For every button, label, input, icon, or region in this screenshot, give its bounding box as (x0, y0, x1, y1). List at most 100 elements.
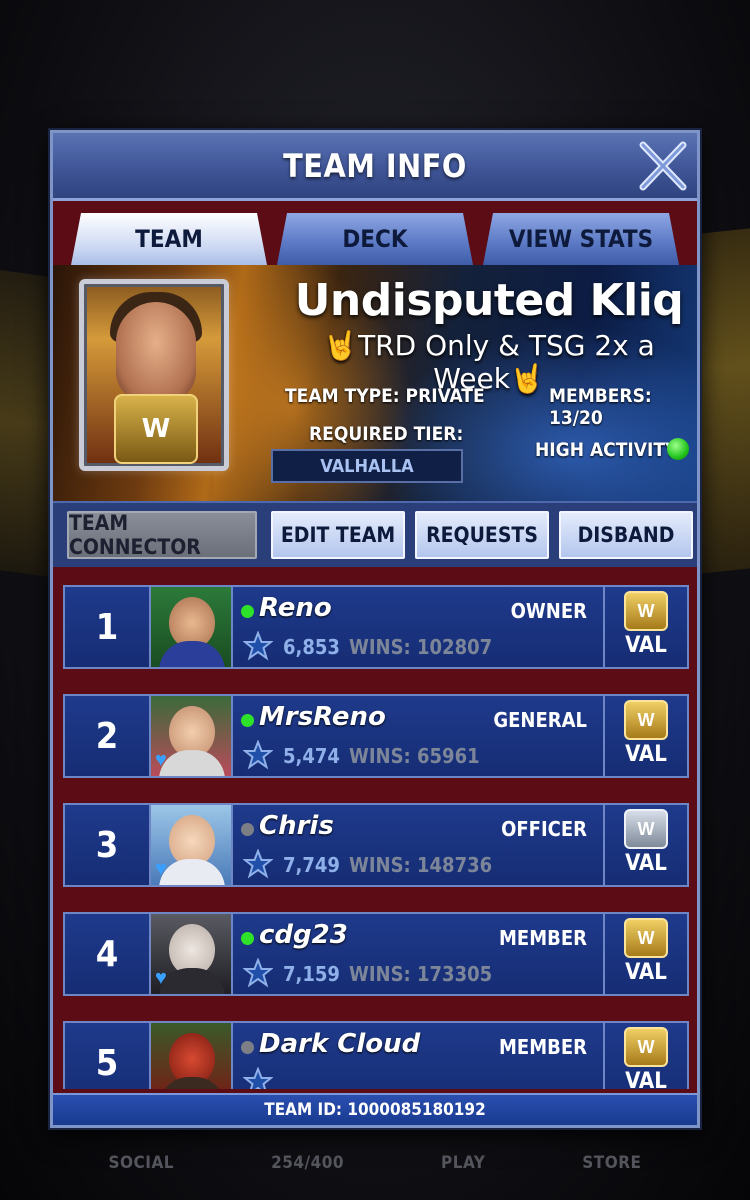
member-wins: WINS: 102807 (349, 635, 493, 659)
member-row[interactable]: 4 ♥ cdg23 MEMBER 7,159 WINS: 173305 W VA… (63, 912, 689, 996)
valhalla-tier-icon: W (624, 809, 668, 849)
online-status-icon (241, 932, 254, 945)
favorite-heart-icon: ♥ (155, 967, 167, 989)
member-wins: WINS: 65961 (349, 744, 480, 768)
member-tier: W VAL (603, 805, 687, 885)
tier-label: VAL (625, 633, 667, 658)
member-avatar: ♥ (151, 696, 233, 776)
member-role: MEMBER (499, 926, 587, 950)
star-icon (243, 740, 273, 770)
member-name: Chris (259, 811, 334, 841)
member-name: Reno (259, 593, 332, 623)
member-tier: W VAL (603, 587, 687, 667)
member-avatar: ♥ (151, 805, 233, 885)
close-icon (639, 141, 687, 191)
team-type-label: TEAM TYPE: PRIVATE (285, 385, 485, 407)
nav-social[interactable]: SOCIAL (109, 1153, 175, 1173)
avatar-body (159, 641, 225, 667)
member-row[interactable]: 2 ♥ MrsReno GENERAL 5,474 WINS: 65961 W … (63, 694, 689, 778)
nav-inventory-count[interactable]: 254/400 (271, 1153, 344, 1173)
tab-view-stats[interactable]: VIEW STATS (483, 213, 679, 265)
offline-status-icon (241, 823, 254, 836)
team-banner: W Undisputed Kliq 🤘TRD Only & TSG 2x a W… (53, 265, 697, 501)
rock-hand-icon: 🤘 (509, 362, 545, 395)
member-name: MrsReno (259, 702, 386, 732)
avatar-body (159, 859, 225, 885)
required-tier-label: REQUIRED TIER: (309, 423, 464, 445)
member-row[interactable]: 3 ♥ Chris OFFICER 7,749 WINS: 148736 W V… (63, 803, 689, 887)
member-rating: 7,159 (283, 962, 340, 986)
valhalla-tier-icon: W (624, 591, 668, 631)
dialog-header: TEAM INFO (53, 133, 697, 201)
close-button[interactable] (635, 137, 691, 195)
member-rank: 2 (65, 696, 151, 776)
member-name: cdg23 (259, 920, 348, 950)
offline-status-icon (241, 1041, 254, 1054)
member-rank: 1 (65, 587, 151, 667)
member-tier: W VAL (603, 914, 687, 994)
star-icon (243, 849, 273, 879)
member-name: Dark Cloud (259, 1029, 421, 1059)
member-avatar: ♥ (151, 914, 233, 994)
member-rank: 3 (65, 805, 151, 885)
star-icon (243, 631, 273, 661)
avatar-body (159, 968, 225, 994)
tier-label: VAL (625, 960, 667, 985)
dialog-title: TEAM INFO (283, 146, 467, 185)
favorite-heart-icon: ♥ (155, 749, 167, 771)
member-role: OWNER (510, 599, 587, 623)
avatar-body (159, 750, 225, 776)
tier-label: VAL (625, 1069, 667, 1089)
team-name: Undisputed Kliq (294, 275, 684, 326)
member-tier: W VAL (603, 696, 687, 776)
nav-store[interactable]: STORE (582, 1153, 641, 1173)
member-rating: 7,749 (283, 853, 340, 877)
avatar-body (159, 1077, 225, 1089)
member-list[interactable]: 1 Reno OWNER 6,853 WINS: 102807 W VAL 2 … (63, 585, 691, 1089)
nav-play[interactable]: PLAY (441, 1153, 485, 1173)
card-portrait (116, 302, 196, 402)
member-role: OFFICER (501, 817, 587, 841)
member-role: GENERAL (493, 708, 587, 732)
disband-button[interactable]: DISBAND (559, 511, 693, 559)
team-leader-card: W (79, 279, 229, 471)
members-count-label: MEMBERS: 13/20 (549, 385, 652, 429)
member-rank: 4 (65, 914, 151, 994)
member-role: MEMBER (499, 1035, 587, 1059)
activity-indicator-icon (667, 438, 689, 460)
bottom-nav: SOCIAL 254/400 PLAY STORE (0, 1125, 750, 1200)
tab-bar: TEAM DECK VIEW STATS (71, 213, 679, 265)
tier-label: VAL (625, 742, 667, 767)
online-status-icon (241, 714, 254, 727)
member-rating: 5,474 (283, 744, 340, 768)
valhalla-tier-icon: W (624, 700, 668, 740)
background-decoration-left (0, 262, 50, 578)
team-actions-bar: TEAM CONNECTOR EDIT TEAM REQUESTS DISBAN… (53, 501, 697, 567)
activity-label: HIGH ACTIVITY (535, 439, 678, 461)
requests-button[interactable]: REQUESTS (415, 511, 549, 559)
tab-team[interactable]: TEAM (71, 213, 267, 265)
team-connector-button[interactable]: TEAM CONNECTOR (67, 511, 257, 559)
rock-hand-icon: 🤘 (323, 329, 359, 362)
team-id-footer: TEAM ID: 1000085180192 (53, 1093, 697, 1125)
star-icon (243, 1067, 273, 1089)
member-row[interactable]: 1 Reno OWNER 6,853 WINS: 102807 W VAL (63, 585, 689, 669)
tier-label: VAL (625, 851, 667, 876)
wwe-logo-icon: W (114, 394, 198, 464)
member-wins: WINS: 173305 (349, 962, 493, 986)
member-avatar (151, 587, 233, 667)
team-info-dialog: TEAM INFO TEAM DECK VIEW STATS W Undispu… (50, 130, 700, 1128)
member-tier: W VAL (603, 1023, 687, 1089)
valhalla-tier-icon: W (624, 1027, 668, 1067)
tab-deck[interactable]: DECK (277, 213, 473, 265)
required-tier-value: VALHALLA (271, 449, 463, 483)
member-rating: 6,853 (283, 635, 340, 659)
member-wins: WINS: 148736 (349, 853, 493, 877)
star-icon (243, 958, 273, 988)
member-rank: 5 (65, 1023, 151, 1089)
edit-team-button[interactable]: EDIT TEAM (271, 511, 405, 559)
valhalla-tier-icon: W (624, 918, 668, 958)
favorite-heart-icon: ♥ (155, 858, 167, 880)
member-row[interactable]: 5 Dark Cloud MEMBER W VAL (63, 1021, 689, 1089)
member-avatar (151, 1023, 233, 1089)
